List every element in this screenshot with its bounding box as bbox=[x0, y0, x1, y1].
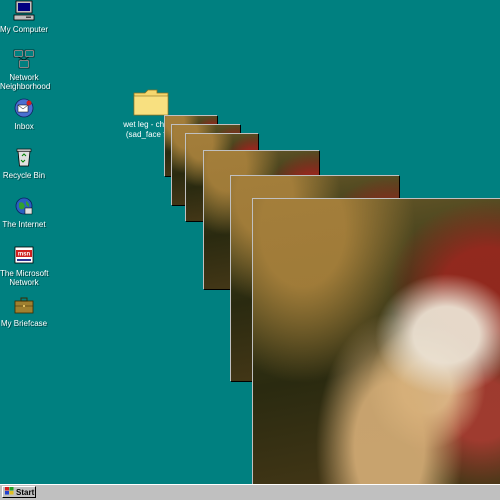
recycle-bin-icon bbox=[13, 146, 35, 168]
desktop-icon-my-computer[interactable]: My Computer bbox=[0, 0, 48, 34]
desktop-icon-the-internet[interactable]: The Internet bbox=[0, 195, 48, 229]
desktop-icon-label: Recycle Bin bbox=[2, 171, 46, 180]
desktop-icon-label: Inbox bbox=[14, 122, 34, 131]
desktop-icon-msn[interactable]: msn The Microsoft Network bbox=[0, 244, 48, 287]
taskbar: Start bbox=[0, 484, 500, 500]
svg-text:msn: msn bbox=[18, 252, 31, 258]
the-internet-icon bbox=[13, 195, 35, 217]
network-neighborhood-icon bbox=[13, 48, 35, 70]
desktop-icon-label: Network bbox=[9, 278, 39, 288]
desktop-icon-inbox[interactable]: Inbox bbox=[0, 97, 48, 131]
folder-icon bbox=[133, 88, 169, 116]
start-label: Start bbox=[16, 487, 35, 497]
start-button[interactable]: Start bbox=[2, 486, 36, 498]
desktop-icon-recycle-bin[interactable]: Recycle Bin bbox=[0, 146, 48, 180]
desktop-icon-network-neighborhood[interactable]: Network Neighborhood bbox=[0, 48, 51, 92]
msn-icon: msn bbox=[13, 244, 35, 266]
photo-window-front[interactable] bbox=[252, 198, 500, 500]
desktop-icon-label: Neighborhood bbox=[0, 82, 51, 92]
desktop-icon-label: Network bbox=[9, 73, 39, 82]
windows-logo-icon bbox=[5, 487, 14, 497]
desktop-icon-label: The Microsoft bbox=[0, 269, 49, 278]
my-computer-icon bbox=[13, 0, 35, 22]
desktop-icon-label: My Computer bbox=[0, 25, 49, 34]
inbox-icon bbox=[13, 97, 35, 119]
desktop-icon-my-briefcase[interactable]: My Briefcase bbox=[0, 294, 48, 328]
desktop-icon-label: My Briefcase bbox=[0, 319, 48, 328]
desktop-icon-label: The Internet bbox=[2, 220, 46, 229]
briefcase-icon bbox=[13, 294, 35, 316]
